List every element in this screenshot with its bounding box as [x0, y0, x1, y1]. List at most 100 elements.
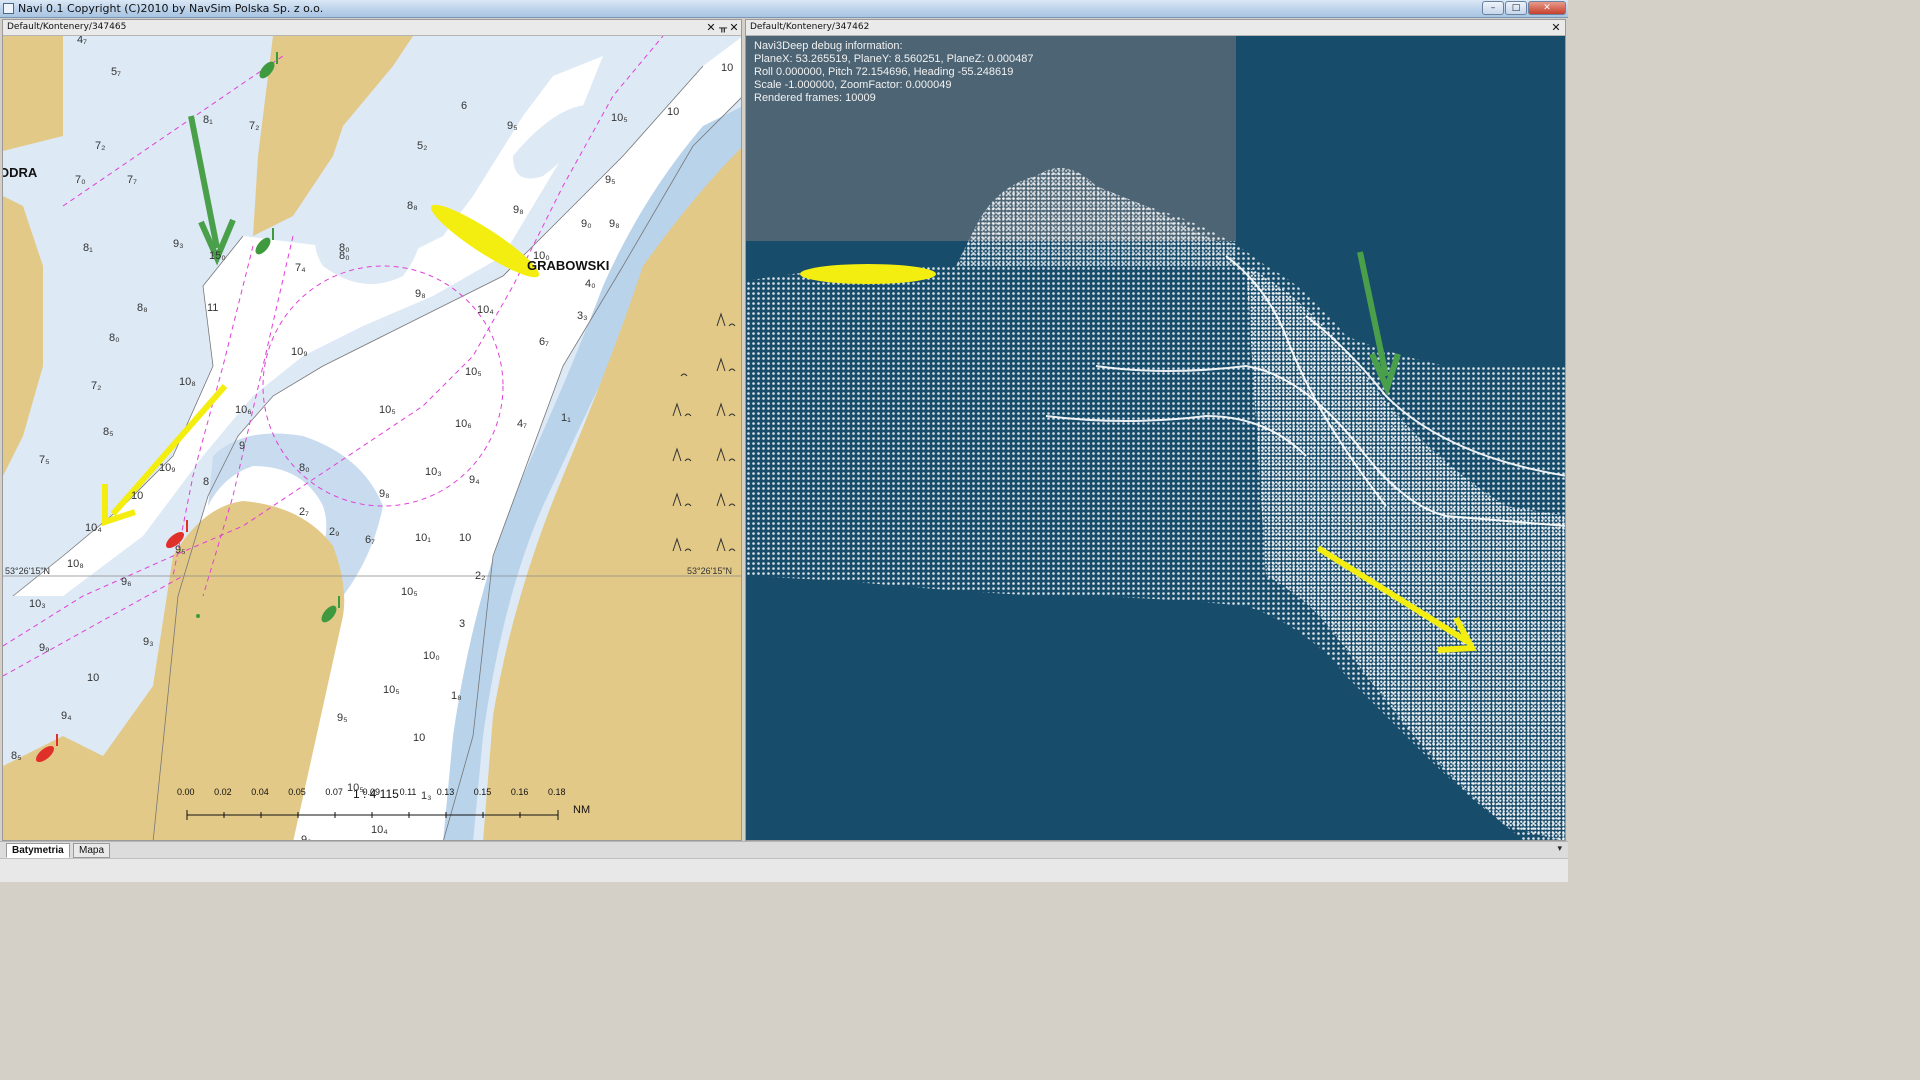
depth-sounding: 10₉: [291, 346, 308, 358]
depth-sounding: 8₀: [299, 462, 310, 474]
depth-sounding: 9₈: [609, 218, 620, 230]
depth-sounding: 9₄: [469, 474, 480, 486]
land-area: [3, 36, 63, 151]
depth-sounding: 5₂: [417, 140, 428, 152]
depth-sounding: 1₈: [451, 690, 462, 702]
depth-sounding: 7₂: [95, 140, 106, 152]
depth-sounding: 10₅: [401, 586, 418, 598]
depth-sounding: 7₀: [75, 174, 86, 186]
depth-sounding: 10₅: [347, 782, 364, 794]
depth-sounding: 15₀: [209, 250, 226, 262]
chart-canvas[interactable]: [3, 36, 741, 840]
depth-sounding: 10₉: [159, 462, 176, 474]
debug-info-overlay: Navi3Deep debug information: PlaneX: 53.…: [754, 40, 1034, 105]
depth-sounding: 6₇: [539, 336, 549, 348]
depth-sounding: 4₀: [585, 278, 596, 290]
depth-sounding: 2₂: [475, 570, 486, 582]
depth-sounding: 10₀: [533, 250, 550, 262]
depth-sounding: 9₄: [61, 710, 72, 722]
scale-tick-label: 0.11: [399, 787, 417, 797]
minimize-button[interactable]: –: [1482, 1, 1504, 15]
depth-sounding: 3: [459, 618, 466, 630]
depth-sounding: 6: [461, 100, 468, 112]
depth-sounding: 9₅: [605, 174, 616, 186]
app-icon: [3, 3, 14, 14]
depth-sounding: 10₃: [29, 598, 46, 610]
depth-sounding: 10₀: [423, 650, 440, 662]
depth-sounding: 9₈: [513, 204, 524, 216]
green-point-marker: [196, 614, 200, 618]
depth-sounding: 9₈: [379, 488, 390, 500]
depth-sounding: 8₁: [203, 114, 213, 126]
close-button[interactable]: ✕: [1528, 1, 1566, 15]
scale-tick-label: 0.05: [288, 787, 306, 797]
depth-sounding: 10₅: [383, 684, 400, 696]
depth-sounding: 2₇: [299, 506, 309, 518]
tab-batymetria[interactable]: Batymetria: [6, 843, 70, 858]
depth-sounding: 10: [721, 62, 734, 74]
depth-sounding: 9₃: [143, 636, 154, 648]
depth-sounding: 9₅: [507, 120, 518, 132]
depth-sounding: 3₃: [577, 310, 588, 322]
depth-sounding: 9₉: [39, 642, 50, 654]
depth-sounding: 2₉: [329, 526, 340, 538]
3d-scene-canvas[interactable]: [746, 36, 1565, 840]
depth-sounding: 9₈: [301, 834, 312, 840]
depth-sounding: 9₅: [175, 544, 186, 556]
tab-mapa[interactable]: Mapa: [73, 843, 111, 858]
place-name: ODRA: [3, 165, 38, 180]
depth-sounding: 7₄: [295, 262, 306, 274]
depth-sounding: 8₅: [103, 426, 114, 438]
3d-bathymetry-view[interactable]: Navi3Deep debug information: PlaneX: 53.…: [746, 36, 1565, 840]
depth-sounding: 7₂: [91, 380, 102, 392]
depth-sounding: 9₆: [121, 576, 132, 588]
depth-sounding: 8₀: [339, 250, 350, 262]
depth-sounding: 10₆: [235, 404, 252, 416]
depth-sounding: 8₀: [109, 332, 120, 344]
menu-arrow-icon[interactable]: ▾: [1557, 844, 1562, 854]
debug-line: Rendered frames: 10009: [754, 92, 876, 104]
depth-sounding: 10₄: [85, 522, 102, 534]
depth-sounding: 5₇: [111, 66, 121, 78]
depth-sounding: 10₁: [415, 532, 431, 544]
chart-pane-header: Default/Kontenery/347465 ✕ ᚂ ✕: [3, 20, 741, 36]
depth-sounding: 10₅: [465, 366, 482, 378]
close-icon[interactable]: ✕: [705, 21, 717, 34]
scale-tick-label: 0.07: [325, 787, 343, 797]
nautical-chart[interactable]: ODRA GRABOWSKI 53°26'15"N 53°26'15"N 1 :…: [3, 36, 741, 840]
depth-sounding: 8₈: [407, 200, 418, 212]
depth-sounding: 8: [203, 476, 210, 488]
view-tab-bar: Batymetria Mapa ▾: [0, 841, 1568, 858]
debug-line: Navi3Deep debug information:: [754, 40, 903, 52]
maximize-button[interactable]: □: [1505, 1, 1527, 15]
close-icon[interactable]: ✕: [728, 21, 740, 34]
depth-sounding: 8₈: [137, 302, 148, 314]
scale-tick-label: 0.18: [548, 787, 566, 797]
depth-sounding: 7₅: [39, 454, 50, 466]
yellow-highlight-marker: [800, 264, 936, 284]
scale-tick-label: 0.09: [362, 787, 381, 797]
depth-sounding: 9₅: [337, 712, 348, 724]
latitude-label: 53°26'15"N: [687, 566, 733, 576]
depth-sounding: 4₇: [77, 36, 87, 46]
depth-sounding: 1₁: [561, 412, 571, 424]
depth-sounding: 10₅: [611, 112, 628, 124]
depth-sounding: 11: [207, 302, 219, 314]
scale-tick-label: 0.00: [177, 787, 195, 797]
window-titlebar: Navi 0.1 Copyright (C)2010 by NavSim Pol…: [0, 0, 1568, 18]
debug-line: PlaneX: 53.265519, PlaneY: 8.560251, Pla…: [754, 53, 1034, 65]
depth-sounding: 4₇: [517, 418, 527, 430]
scale-unit: NM: [573, 804, 591, 816]
3d-view-pane-header: Default/Kontenery/347462 ✕: [746, 20, 1565, 36]
chart-pane: Default/Kontenery/347465 ✕ ᚂ ✕ ODRA GRAB…: [2, 19, 742, 841]
depth-sounding: 10: [87, 672, 100, 684]
scale-tick-label: 0.13: [436, 787, 455, 797]
shoal-area: [315, 188, 421, 284]
close-icon[interactable]: ✕: [1550, 21, 1562, 34]
debug-line: Roll 0.000000, Pitch 72.154696, Heading …: [754, 66, 1014, 78]
scale-tick-label: 0.04: [251, 787, 269, 797]
status-bar: [0, 858, 1568, 882]
depth-sounding: 6₇: [365, 534, 375, 546]
latitude-label: 53°26'15"N: [5, 566, 51, 576]
window-title: Navi 0.1 Copyright (C)2010 by NavSim Pol…: [18, 2, 324, 15]
